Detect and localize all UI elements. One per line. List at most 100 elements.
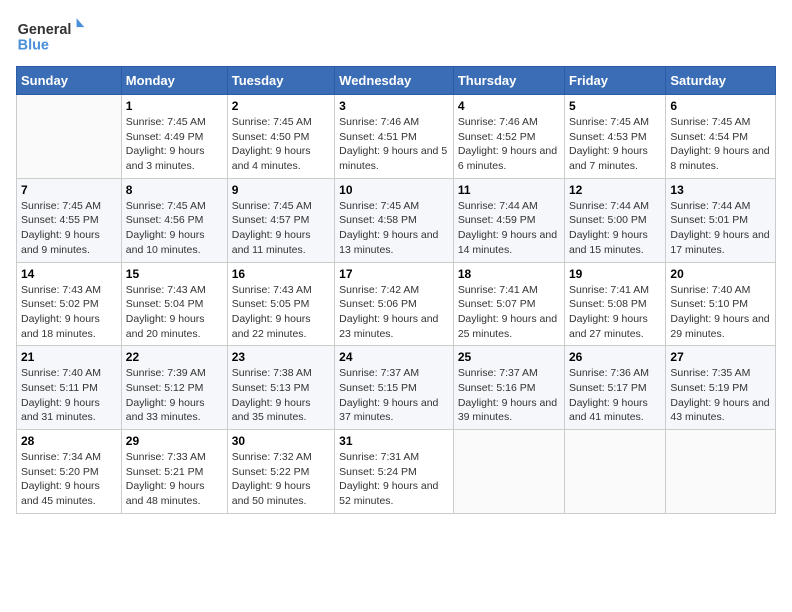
day-info: Sunrise: 7:41 AMSunset: 5:07 PMDaylight:…	[458, 283, 560, 342]
calendar-cell	[666, 430, 776, 514]
day-info: Sunrise: 7:44 AMSunset: 5:00 PMDaylight:…	[569, 199, 661, 258]
day-number: 26	[569, 350, 661, 364]
day-header-sunday: Sunday	[17, 67, 122, 95]
day-header-saturday: Saturday	[666, 67, 776, 95]
day-number: 15	[126, 267, 223, 281]
week-row-5: 28 Sunrise: 7:34 AMSunset: 5:20 PMDayligh…	[17, 430, 776, 514]
header-row: SundayMondayTuesdayWednesdayThursdayFrid…	[17, 67, 776, 95]
day-info: Sunrise: 7:41 AMSunset: 5:08 PMDaylight:…	[569, 283, 661, 342]
calendar-cell: 22 Sunrise: 7:39 AMSunset: 5:12 PMDayligh…	[121, 346, 227, 430]
day-number: 25	[458, 350, 560, 364]
calendar-cell: 18 Sunrise: 7:41 AMSunset: 5:07 PMDayligh…	[453, 262, 564, 346]
day-info: Sunrise: 7:45 AMSunset: 4:50 PMDaylight:…	[232, 115, 330, 174]
day-header-thursday: Thursday	[453, 67, 564, 95]
calendar-cell: 16 Sunrise: 7:43 AMSunset: 5:05 PMDayligh…	[227, 262, 334, 346]
calendar-cell: 15Sunrise: 7:43 AMSunset: 5:04 PMDayligh…	[121, 262, 227, 346]
day-info: Sunrise: 7:43 AMSunset: 5:05 PMDaylight:…	[232, 283, 330, 342]
day-number: 10	[339, 183, 449, 197]
calendar-cell	[565, 430, 666, 514]
day-info: Sunrise: 7:45 AMSunset: 4:55 PMDaylight:…	[21, 199, 117, 258]
calendar-cell: 1Sunrise: 7:45 AMSunset: 4:49 PMDaylight…	[121, 95, 227, 179]
calendar-cell	[17, 95, 122, 179]
day-number: 4	[458, 99, 560, 113]
day-number: 28	[21, 434, 117, 448]
day-number: 27	[670, 350, 771, 364]
day-number: 18	[458, 267, 560, 281]
day-number: 20	[670, 267, 771, 281]
day-number: 11	[458, 183, 560, 197]
day-info: Sunrise: 7:32 AMSunset: 5:22 PMDaylight:…	[232, 450, 330, 509]
svg-text:Blue: Blue	[18, 37, 49, 53]
calendar-cell: 4 Sunrise: 7:46 AMSunset: 4:52 PMDaylight…	[453, 95, 564, 179]
calendar-cell: 11 Sunrise: 7:44 AMSunset: 4:59 PMDayligh…	[453, 178, 564, 262]
logo-icon: General Blue	[16, 16, 86, 56]
calendar-table: SundayMondayTuesdayWednesdayThursdayFrid…	[16, 66, 776, 514]
day-info: Sunrise: 7:40 AMSunset: 5:11 PMDaylight:…	[21, 366, 117, 425]
calendar-cell: 26 Sunrise: 7:36 AMSunset: 5:17 PMDayligh…	[565, 346, 666, 430]
day-header-monday: Monday	[121, 67, 227, 95]
day-number: 12	[569, 183, 661, 197]
calendar-cell: 3 Sunrise: 7:46 AMSunset: 4:51 PMDaylight…	[335, 95, 454, 179]
day-number: 29	[126, 434, 223, 448]
day-number: 13	[670, 183, 771, 197]
day-number: 22	[126, 350, 223, 364]
calendar-cell: 14Sunrise: 7:43 AMSunset: 5:02 PMDayligh…	[17, 262, 122, 346]
calendar-cell: 10 Sunrise: 7:45 AMSunset: 4:58 PMDayligh…	[335, 178, 454, 262]
calendar-cell: 28 Sunrise: 7:34 AMSunset: 5:20 PMDayligh…	[17, 430, 122, 514]
day-info: Sunrise: 7:37 AMSunset: 5:15 PMDaylight:…	[339, 366, 449, 425]
day-header-tuesday: Tuesday	[227, 67, 334, 95]
calendar-cell: 19 Sunrise: 7:41 AMSunset: 5:08 PMDayligh…	[565, 262, 666, 346]
day-info: Sunrise: 7:46 AMSunset: 4:52 PMDaylight:…	[458, 115, 560, 174]
calendar-cell: 24Sunrise: 7:37 AMSunset: 5:15 PMDayligh…	[335, 346, 454, 430]
day-number: 30	[232, 434, 330, 448]
logo: General Blue	[16, 16, 90, 56]
calendar-cell: 2 Sunrise: 7:45 AMSunset: 4:50 PMDaylight…	[227, 95, 334, 179]
day-info: Sunrise: 7:45 AMSunset: 4:58 PMDaylight:…	[339, 199, 449, 258]
day-info: Sunrise: 7:45 AMSunset: 4:57 PMDaylight:…	[232, 199, 330, 258]
day-number: 2	[232, 99, 330, 113]
calendar-cell: 31 Sunrise: 7:31 AMSunset: 5:24 PMDayligh…	[335, 430, 454, 514]
day-number: 5	[569, 99, 661, 113]
day-info: Sunrise: 7:33 AMSunset: 5:21 PMDaylight:…	[126, 450, 223, 509]
page-header: General Blue	[16, 16, 776, 56]
day-number: 19	[569, 267, 661, 281]
calendar-cell: 30 Sunrise: 7:32 AMSunset: 5:22 PMDayligh…	[227, 430, 334, 514]
day-header-friday: Friday	[565, 67, 666, 95]
week-row-3: 14Sunrise: 7:43 AMSunset: 5:02 PMDayligh…	[17, 262, 776, 346]
day-number: 14	[21, 267, 117, 281]
day-info: Sunrise: 7:34 AMSunset: 5:20 PMDaylight:…	[21, 450, 117, 509]
calendar-cell: 7 Sunrise: 7:45 AMSunset: 4:55 PMDaylight…	[17, 178, 122, 262]
week-row-1: 1Sunrise: 7:45 AMSunset: 4:49 PMDaylight…	[17, 95, 776, 179]
calendar-cell: 12 Sunrise: 7:44 AMSunset: 5:00 PMDayligh…	[565, 178, 666, 262]
day-number: 31	[339, 434, 449, 448]
day-info: Sunrise: 7:35 AMSunset: 5:19 PMDaylight:…	[670, 366, 771, 425]
calendar-cell: 6Sunrise: 7:45 AMSunset: 4:54 PMDaylight…	[666, 95, 776, 179]
day-info: Sunrise: 7:39 AMSunset: 5:12 PMDaylight:…	[126, 366, 223, 425]
day-info: Sunrise: 7:40 AMSunset: 5:10 PMDaylight:…	[670, 283, 771, 342]
day-number: 8	[126, 183, 223, 197]
calendar-cell: 23Sunrise: 7:38 AMSunset: 5:13 PMDayligh…	[227, 346, 334, 430]
day-info: Sunrise: 7:45 AMSunset: 4:56 PMDaylight:…	[126, 199, 223, 258]
day-number: 7	[21, 183, 117, 197]
day-number: 3	[339, 99, 449, 113]
day-number: 16	[232, 267, 330, 281]
day-info: Sunrise: 7:46 AMSunset: 4:51 PMDaylight:…	[339, 115, 449, 174]
day-header-wednesday: Wednesday	[335, 67, 454, 95]
calendar-cell: 27 Sunrise: 7:35 AMSunset: 5:19 PMDayligh…	[666, 346, 776, 430]
calendar-cell	[453, 430, 564, 514]
day-info: Sunrise: 7:36 AMSunset: 5:17 PMDaylight:…	[569, 366, 661, 425]
day-info: Sunrise: 7:38 AMSunset: 5:13 PMDaylight:…	[232, 366, 330, 425]
day-info: Sunrise: 7:44 AMSunset: 5:01 PMDaylight:…	[670, 199, 771, 258]
day-info: Sunrise: 7:44 AMSunset: 4:59 PMDaylight:…	[458, 199, 560, 258]
calendar-cell: 8 Sunrise: 7:45 AMSunset: 4:56 PMDaylight…	[121, 178, 227, 262]
calendar-cell: 20 Sunrise: 7:40 AMSunset: 5:10 PMDayligh…	[666, 262, 776, 346]
day-info: Sunrise: 7:31 AMSunset: 5:24 PMDaylight:…	[339, 450, 449, 509]
calendar-cell: 13 Sunrise: 7:44 AMSunset: 5:01 PMDayligh…	[666, 178, 776, 262]
day-number: 1	[126, 99, 223, 113]
day-info: Sunrise: 7:45 AMSunset: 4:53 PMDaylight:…	[569, 115, 661, 174]
week-row-2: 7 Sunrise: 7:45 AMSunset: 4:55 PMDaylight…	[17, 178, 776, 262]
day-info: Sunrise: 7:45 AMSunset: 4:54 PMDaylight:…	[670, 115, 771, 174]
day-info: Sunrise: 7:42 AMSunset: 5:06 PMDaylight:…	[339, 283, 449, 342]
day-info: Sunrise: 7:37 AMSunset: 5:16 PMDaylight:…	[458, 366, 560, 425]
week-row-4: 21Sunrise: 7:40 AMSunset: 5:11 PMDayligh…	[17, 346, 776, 430]
